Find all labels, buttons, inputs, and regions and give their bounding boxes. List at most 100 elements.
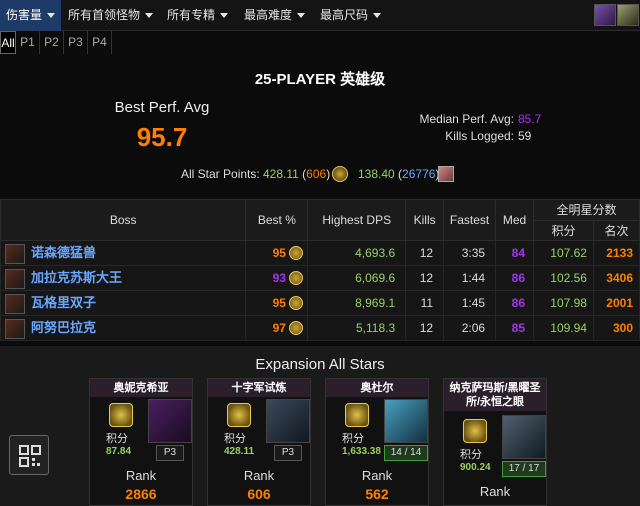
col-med[interactable]: Med <box>495 199 535 241</box>
rank-label: Rank <box>243 468 275 483</box>
median-value: 85.7 <box>518 112 542 126</box>
card-badge: 17 / 17 <box>502 461 546 477</box>
kills-value: 11 <box>405 290 445 316</box>
raid-tier-icon <box>332 166 348 182</box>
boss-cell[interactable]: 阿努巴拉克 <box>0 315 247 341</box>
boss-name[interactable]: 阿努巴拉克 <box>31 320 96 335</box>
median-value: 86 <box>495 290 535 316</box>
boss-cell[interactable]: 瓦格里双子 <box>0 290 247 316</box>
col-dps[interactable]: Highest DPS <box>307 199 407 241</box>
col-boss[interactable]: Boss <box>0 199 247 241</box>
rank-label: Rank <box>361 468 393 483</box>
col-fastest[interactable]: Fastest <box>443 199 497 241</box>
boss-cell[interactable]: 诺森德猛兽 <box>0 240 247 266</box>
expansion-card[interactable]: 十字军试炼 积分 428.11 P3 Rank 606 <box>207 378 311 506</box>
card-title: 奥杜尔 <box>326 379 428 397</box>
table-row[interactable]: 加拉克苏斯大王 93 6,069.6 12 1:44 86 102.56 3406 <box>0 265 640 291</box>
rank-value: 562 <box>365 486 389 502</box>
card-title: 纳克萨玛斯/黑曜圣所/永恒之眼 <box>444 379 546 411</box>
tab-p1[interactable]: P1 <box>16 31 40 54</box>
nav-size-label: 最高尺码 <box>320 8 369 22</box>
boss-portrait-icon <box>5 293 25 314</box>
class-spec-icon[interactable] <box>594 4 616 26</box>
points-value: 900.24 <box>460 462 491 473</box>
points-label: 积分 <box>224 433 246 445</box>
dps-value: 4,693.6 <box>307 240 407 266</box>
expansion-card[interactable]: 奥妮克希亚 积分 87.84 P3 Rank 2866 <box>89 378 193 506</box>
top-nav: 伤害量 所有首领怪物 所有专精 最高难度 最高尺码 <box>0 0 640 31</box>
median-value: 84 <box>495 240 535 266</box>
nav-metric-dropdown[interactable]: 伤害量 <box>0 0 62 31</box>
fastest-value: 2:06 <box>443 315 497 341</box>
points-value: 107.98 <box>533 290 594 316</box>
rank-value: 2001 <box>592 290 640 316</box>
spec-icon[interactable] <box>617 4 639 26</box>
best-cell: 95 <box>245 290 309 316</box>
best-cell: 95 <box>245 240 309 266</box>
table-row[interactable]: 诺森德猛兽 95 4,693.6 12 3:35 84 107.62 2133 <box>0 240 640 266</box>
col-kills[interactable]: Kills <box>405 199 445 241</box>
nav-boss-dropdown[interactable]: 所有首领怪物 <box>62 0 159 31</box>
expansion-card[interactable]: 纳克萨玛斯/黑曜圣所/永恒之眼积分 900.24 17 / 17 Rank <box>443 378 547 506</box>
bracket-icon <box>289 321 304 336</box>
boss-portrait-icon <box>5 243 25 264</box>
table-row[interactable]: 阿努巴拉克 97 5,118.3 12 2:06 85 109.94 300 <box>0 315 640 341</box>
tab-all[interactable]: All <box>0 31 16 54</box>
raid-image <box>148 399 192 443</box>
boss-cell[interactable]: 加拉克苏斯大王 <box>0 265 247 291</box>
col-allstars: 全明星分数 <box>533 199 640 221</box>
points-value: 87.84 <box>106 446 132 457</box>
nav-size-dropdown[interactable]: 最高尺码 <box>314 0 387 31</box>
allstar-points-1-value: 428.11 <box>263 167 299 181</box>
bracket-icon <box>289 246 304 261</box>
rank-value: 3406 <box>592 265 640 291</box>
chevron-down-icon <box>145 13 154 19</box>
expansion-title: Expansion All Stars <box>255 356 385 373</box>
kills-value: 12 <box>405 315 445 341</box>
nav-spec-dropdown[interactable]: 所有专精 <box>161 0 234 31</box>
fastest-value: 3:35 <box>443 240 497 266</box>
boss-portrait-icon <box>5 268 25 289</box>
median-label: Median Perf. Avg: <box>419 112 515 126</box>
allstar-points-2-value: 138.40 <box>358 167 395 181</box>
chevron-down-icon <box>220 13 229 19</box>
raid-tier-icon <box>345 403 369 427</box>
boss-portrait-icon <box>5 318 25 339</box>
nav-difficulty-dropdown[interactable]: 最高难度 <box>238 0 311 31</box>
tab-p4[interactable]: P4 <box>88 31 112 54</box>
points-value: 102.56 <box>533 265 594 291</box>
boss-name[interactable]: 诺森德猛兽 <box>31 245 96 260</box>
chevron-down-icon <box>47 13 56 19</box>
boss-name[interactable]: 瓦格里双子 <box>31 295 96 310</box>
best-perf-label: Best Perf. Avg <box>114 99 210 116</box>
table-row[interactable]: 瓦格里双子 95 8,969.1 11 1:45 86 107.98 2001 <box>0 290 640 316</box>
kills-label: Kills Logged: <box>445 129 514 143</box>
allstar-label: All Star Points: <box>181 167 260 181</box>
chevron-down-icon <box>373 13 382 19</box>
col-rank[interactable]: 名次 <box>592 219 640 241</box>
tab-p3[interactable]: P3 <box>64 31 88 54</box>
points-label: 积分 <box>460 449 482 461</box>
allstar-points-1: 428.11 (606) <box>263 167 331 181</box>
col-best[interactable]: Best % <box>245 199 309 241</box>
best-value: 93 <box>272 270 286 285</box>
card-title: 奥妮克希亚 <box>90 379 192 397</box>
points-label: 积分 <box>106 433 128 445</box>
col-points[interactable]: 积分 <box>533 219 594 241</box>
qr-code-icon[interactable] <box>9 435 49 475</box>
nav-difficulty-label: 最高难度 <box>244 8 293 22</box>
tab-p2[interactable]: P2 <box>40 31 64 54</box>
rank-label: Rank <box>479 484 511 499</box>
raid-tier-icon <box>109 403 133 427</box>
raid-tier-icon <box>463 419 487 443</box>
best-perf-value: 95.7 <box>136 122 188 152</box>
allstar-points-2: 138.40 (26776) <box>358 167 439 181</box>
boss-name[interactable]: 加拉克苏斯大王 <box>31 270 122 285</box>
points-value: 109.94 <box>533 315 594 341</box>
boss-table: Boss Best % Highest DPS Kills Fastest Me… <box>0 199 640 341</box>
expansion-card[interactable]: 奥杜尔 积分 1,633.38 14 / 14 Rank 562 <box>325 378 429 506</box>
best-value: 97 <box>272 320 286 335</box>
card-badge: P3 <box>156 445 184 461</box>
kills-value: 59 <box>518 129 532 143</box>
points-value: 107.62 <box>533 240 594 266</box>
